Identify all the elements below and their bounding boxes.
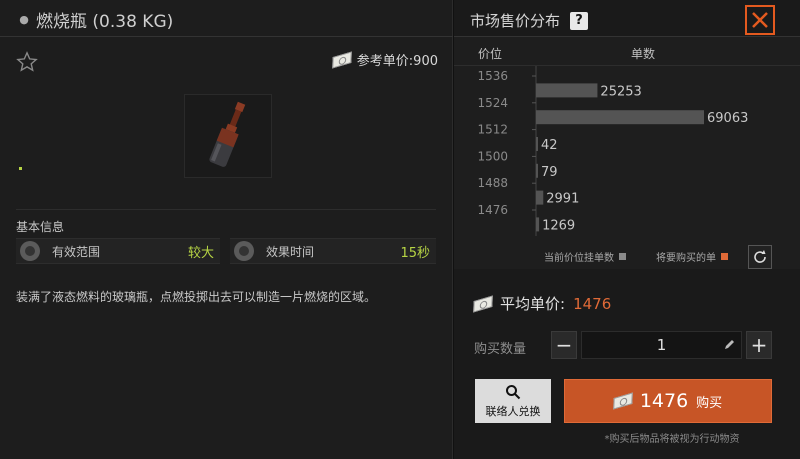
favorite-star-icon[interactable] <box>16 51 38 73</box>
order-count-bar <box>536 217 540 232</box>
order-count-bar <box>536 163 538 178</box>
item-description: 装满了液态燃料的玻璃瓶，点燃投掷出去可以制造一片燃烧的区域。 <box>16 290 377 304</box>
order-count-bar <box>536 110 704 125</box>
timer-icon <box>234 241 254 261</box>
order-count-label: 2991 <box>546 192 579 207</box>
contact-exchange-label: 联络人兑换 <box>485 404 541 418</box>
order-count-bar <box>536 83 598 98</box>
average-price-label: 平均单价: <box>500 295 566 313</box>
refresh-button[interactable] <box>748 245 772 269</box>
quantity-input[interactable]: 1 <box>581 331 742 359</box>
order-count-label: 42 <box>541 138 558 153</box>
item-detail-panel: ● 燃烧瓶 (0.38 KG) 参考单价:900 基本信息 有效范围 较大 效果… <box>0 0 453 459</box>
market-panel: 市场售价分布 ? 价位 单数 1536 1524 1512 1500 1488 1476 2… <box>454 0 800 459</box>
rarity-dot <box>19 167 22 170</box>
price-tick-label: 1512 <box>477 123 508 137</box>
stat-range: 有效范围 较大 <box>16 238 220 264</box>
price-distribution-chart: 价位 单数 1536 1524 1512 1500 1488 1476 25253 69063… <box>454 36 800 269</box>
close-button[interactable] <box>745 5 775 35</box>
purchase-footnote: *购买后物品将被视为行动物资 <box>604 434 740 445</box>
legend-current-swatch <box>619 253 626 260</box>
pencil-icon <box>725 340 734 349</box>
price-tick-label: 1536 <box>477 69 508 83</box>
section-divider <box>16 209 436 210</box>
legend-current-label: 当前价位挂单数 <box>544 253 614 264</box>
legend-buy-label: 将要购买的单 <box>656 253 716 264</box>
price-tick-label: 1476 <box>477 203 508 217</box>
item-image <box>184 94 272 178</box>
stat-duration-label: 效果时间 <box>266 244 315 259</box>
stat-duration-value: 15秒 <box>400 245 430 261</box>
price-tick-label: 1524 <box>477 96 508 110</box>
cash-icon <box>473 295 493 312</box>
order-count-label: 1269 <box>542 218 575 233</box>
help-button[interactable]: ? <box>570 11 589 30</box>
search-icon <box>506 384 521 399</box>
grenade-icon: ● <box>19 12 29 26</box>
header-divider <box>0 36 453 37</box>
buy-label: 购买 <box>696 395 723 411</box>
market-title: 市场售价分布 <box>470 12 561 30</box>
legend-buy: 将要购买的单 <box>656 249 728 264</box>
order-count-label: 69063 <box>707 111 748 126</box>
buy-button[interactable]: 1476 购买 <box>564 379 772 423</box>
cash-icon <box>613 392 633 410</box>
distribution-bars: 1536 1524 1512 1500 1488 1476 25253 69063 42 79 29… <box>477 66 748 236</box>
average-price-value: 1476 <box>573 294 612 313</box>
item-title: ● 燃烧瓶 (0.38 KG) <box>18 8 174 32</box>
buy-price: 1476 <box>639 390 689 412</box>
stat-duration: 效果时间 15秒 <box>230 238 436 264</box>
item-name-weight: 燃烧瓶 (0.38 KG) <box>36 11 174 32</box>
basic-info-heading: 基本信息 <box>16 220 65 234</box>
average-price: 平均单价: 1476 <box>473 293 612 314</box>
molotov-bottle-icon <box>209 101 246 167</box>
legend-buy-swatch <box>721 253 728 260</box>
close-icon <box>752 12 768 28</box>
market-header: 市场售价分布 ? <box>470 10 589 31</box>
column-price-header: 价位 <box>478 47 503 61</box>
order-count-bar <box>536 190 544 205</box>
stat-range-label: 有效范围 <box>52 244 101 259</box>
quantity-label: 购买数量 <box>474 342 527 357</box>
quantity-decrease-button[interactable]: − <box>551 331 577 359</box>
cash-icon <box>332 51 352 68</box>
reference-price-label: 参考单价:900 <box>356 54 438 69</box>
order-count-bar <box>536 137 538 151</box>
column-count-header: 单数 <box>631 47 656 61</box>
price-tick-label: 1488 <box>477 176 508 190</box>
order-count-label: 25253 <box>600 84 641 99</box>
range-icon <box>20 241 40 261</box>
quantity-value: 1 <box>656 336 667 354</box>
reference-price: 参考单价:900 <box>332 50 438 69</box>
quantity-increase-button[interactable]: + <box>746 331 772 359</box>
contact-exchange-button[interactable]: 联络人兑换 <box>475 379 551 423</box>
legend-current: 当前价位挂单数 <box>544 249 626 264</box>
price-tick-label: 1500 <box>477 149 508 163</box>
stat-range-value: 较大 <box>187 245 214 261</box>
refresh-icon <box>754 250 766 263</box>
order-count-label: 79 <box>541 165 558 180</box>
